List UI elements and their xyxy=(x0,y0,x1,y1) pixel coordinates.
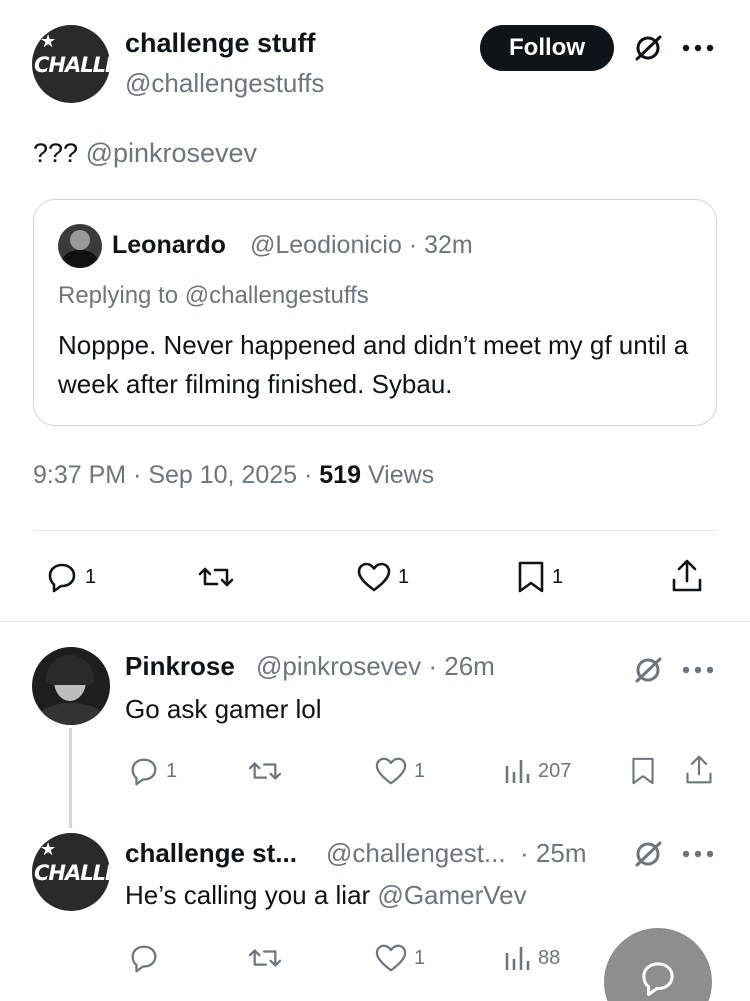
repost-action[interactable] xyxy=(246,754,290,788)
reply-author-name[interactable]: challenge st... xyxy=(125,838,297,869)
like-action[interactable]: 1 xyxy=(356,560,409,594)
tweet-mention-link[interactable]: @pinkrosevev xyxy=(86,138,257,168)
more-options-icon[interactable] xyxy=(680,656,716,684)
grok-icon[interactable] xyxy=(632,838,664,870)
bookmark-count: 1 xyxy=(552,565,564,588)
analytics-icon xyxy=(505,760,530,783)
reply-count: 1 xyxy=(166,759,178,782)
tweet-text: ??? @pinkrosevev xyxy=(33,138,257,169)
quoted-replying-to: Replying to @challengestuffs xyxy=(58,282,369,310)
reply-text: Go ask gamer lol xyxy=(125,694,322,724)
bookmark-action[interactable] xyxy=(630,754,656,788)
quoted-replying-handle[interactable]: @challengestuffs xyxy=(185,282,369,309)
share-action[interactable] xyxy=(670,558,704,594)
reply-avatar-challenge[interactable]: ★ CHALLE xyxy=(32,833,110,911)
reply-action[interactable]: 1 xyxy=(128,754,177,788)
share-action[interactable] xyxy=(684,752,714,788)
follow-button[interactable]: Follow xyxy=(480,25,614,71)
author-handle[interactable]: @challengestuffs xyxy=(125,68,324,99)
repost-icon xyxy=(248,762,282,780)
bookmark-icon xyxy=(632,757,654,785)
avatar-logo-text: CHALLE xyxy=(34,861,110,885)
bookmark-icon xyxy=(518,561,544,593)
reply-count: 1 xyxy=(85,565,97,588)
divider xyxy=(33,530,717,531)
grok-icon[interactable] xyxy=(632,654,664,686)
reply-author-meta: @pinkrosevev · 26m xyxy=(256,651,495,681)
author-avatar[interactable]: ★ CHALLE xyxy=(32,25,110,103)
heart-icon xyxy=(357,562,391,592)
reply-text-prefix: He’s calling you a liar xyxy=(125,880,378,910)
reply-icon xyxy=(48,563,76,593)
quoted-author-name: Leonardo xyxy=(112,231,226,259)
quoted-author-meta: @Leodionicio · 32m xyxy=(250,231,473,259)
avatar-logo-text: CHALLE xyxy=(34,53,110,77)
repost-action[interactable] xyxy=(196,560,242,594)
timestamp-text: 9:37 PM · Sep 10, 2025 · xyxy=(33,461,320,489)
share-icon xyxy=(672,559,702,592)
quoted-author-avatar xyxy=(58,224,102,268)
reply-avatar-pinkrose[interactable] xyxy=(32,647,110,725)
more-options-icon[interactable] xyxy=(680,34,716,62)
like-count: 1 xyxy=(414,946,426,969)
grok-icon[interactable] xyxy=(632,32,664,64)
like-action[interactable]: 1 xyxy=(374,754,425,788)
reply-mention-link[interactable]: @GamerVev xyxy=(377,880,526,910)
views-label: Views xyxy=(361,461,435,489)
thread-connector-line xyxy=(69,728,72,828)
reply-icon xyxy=(131,945,157,973)
like-count: 1 xyxy=(398,565,410,588)
heart-icon xyxy=(375,757,407,785)
repost-action[interactable] xyxy=(246,941,290,975)
author-name[interactable]: challenge stuff xyxy=(125,28,316,59)
tweet-timestamp: 9:37 PM · Sep 10, 2025 · 519 Views xyxy=(33,461,434,490)
analytics-icon xyxy=(505,947,530,970)
bookmark-action[interactable]: 1 xyxy=(516,560,563,594)
like-action[interactable]: 1 xyxy=(374,941,425,975)
reply-action[interactable] xyxy=(128,941,166,975)
quoted-replying-prefix: Replying to xyxy=(58,282,185,309)
compose-reply-fab[interactable] xyxy=(604,928,712,1001)
repost-icon xyxy=(198,567,234,587)
reply-bubble-icon xyxy=(642,962,674,996)
repost-icon xyxy=(248,949,282,967)
reply-author-meta: @challengest... · 25m xyxy=(326,838,587,868)
like-count: 1 xyxy=(414,759,426,782)
more-options-icon[interactable] xyxy=(680,840,716,868)
reply-action[interactable]: 1 xyxy=(45,560,96,594)
reply-text: He’s calling you a liar @GamerVev xyxy=(125,880,527,911)
quoted-tweet-body: Nopppe. Never happened and didn’t meet m… xyxy=(58,330,689,399)
reply-icon xyxy=(131,758,157,786)
views-action[interactable]: 207 xyxy=(502,754,571,788)
tweet-text-prefix: ??? xyxy=(33,138,79,168)
divider xyxy=(0,621,750,622)
views-count: 519 xyxy=(319,461,361,489)
share-icon xyxy=(686,755,712,784)
heart-icon xyxy=(375,944,407,972)
star-icon: ★ xyxy=(40,31,57,51)
views-count: 207 xyxy=(538,759,572,782)
reply-author-name[interactable]: Pinkrose xyxy=(125,651,235,682)
star-icon: ★ xyxy=(40,839,57,859)
views-count: 88 xyxy=(538,946,561,969)
views-action[interactable]: 88 xyxy=(502,941,560,975)
